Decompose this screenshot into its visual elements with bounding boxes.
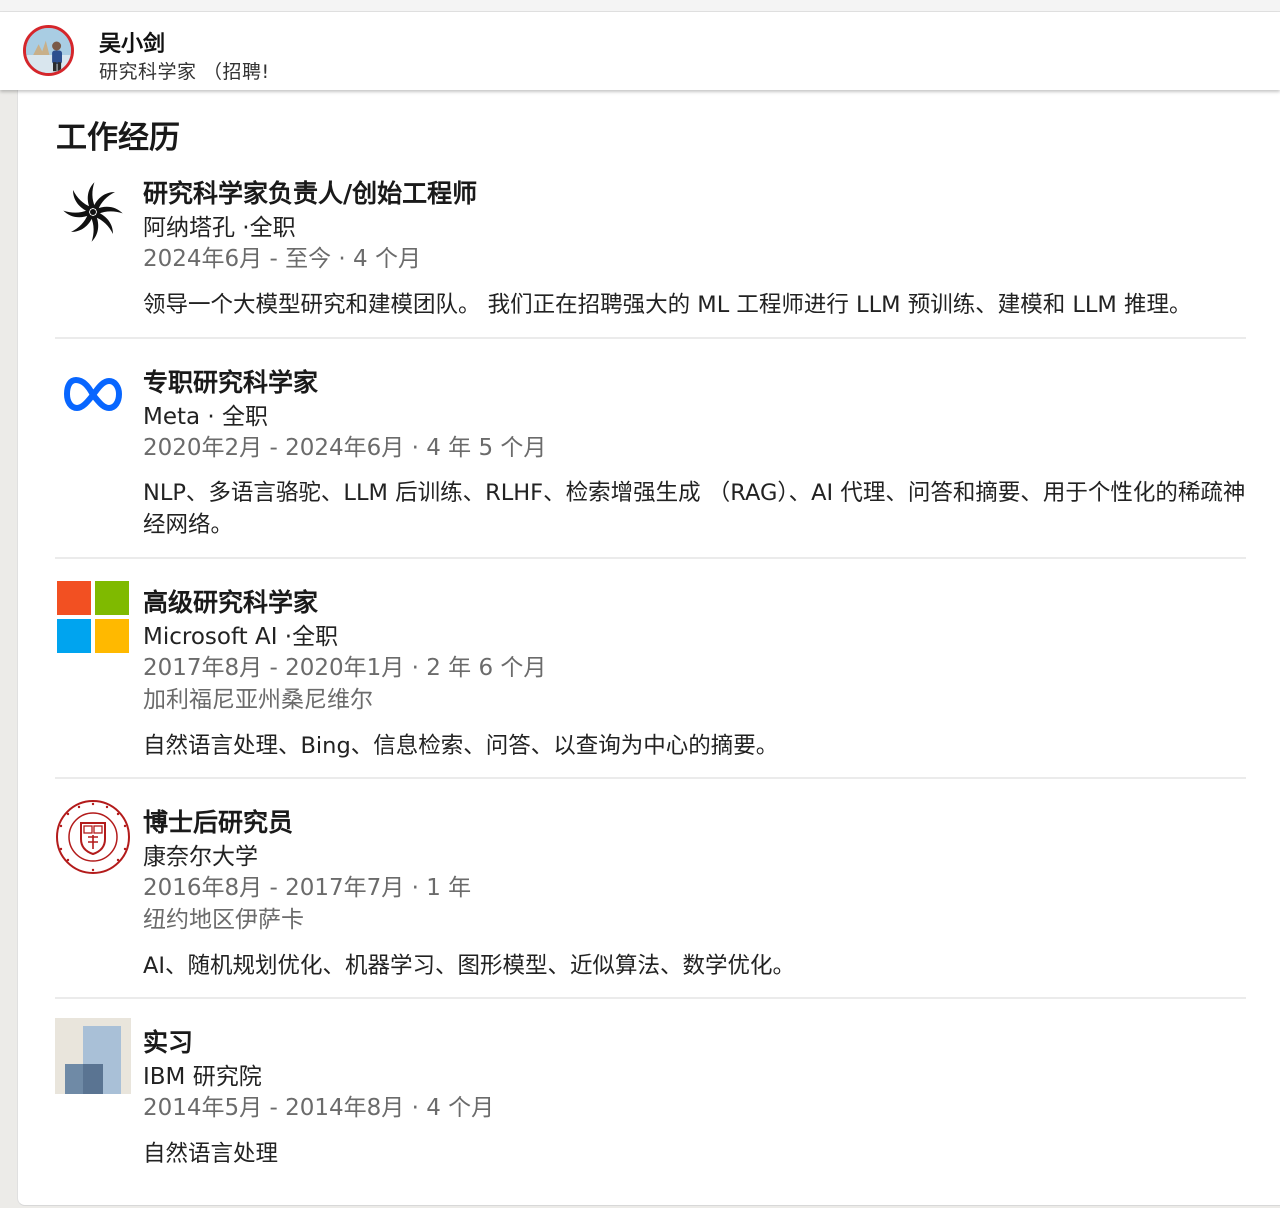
employment-dates: 2016年8月 - 2017年7月 · 1 年 [143,875,472,901]
swirl-logo-icon[interactable] [55,174,131,250]
job-description: 自然语言处理 [143,1141,279,1167]
meta-logo-icon[interactable] [55,357,131,433]
profile-header-bar: 吴小剑 研究科学家 （招聘! [0,12,1280,90]
divider [55,557,1246,559]
job-title[interactable]: 研究科学家负责人/创始工程师 [143,174,477,210]
company-name[interactable]: Microsoft AI ·全职 [143,617,338,651]
job-title[interactable]: 高级研究科学家 [143,583,318,619]
company-name[interactable]: 阿纳塔孔 ·全职 [143,208,296,242]
job-title[interactable]: 博士后研究员 [143,803,293,839]
company-name[interactable]: 康奈尔大学 [143,837,258,871]
divider [55,337,1246,339]
profile-headline: 研究科学家 （招聘! [99,61,270,83]
avatar-photo-icon [26,28,71,73]
top-strip [0,0,1280,12]
cornell-seal-logo-icon[interactable] [55,799,131,875]
job-description: NLP、多语言骆驼、LLM 后训练、RLHF、检索增强生成 （RAG）、AI 代… [143,480,1246,538]
profile-name[interactable]: 吴小剑 [99,26,165,58]
divider [55,997,1246,999]
company-name[interactable]: IBM 研究院 [143,1057,262,1091]
microsoft-logo-icon[interactable] [55,579,131,655]
job-description: 领导一个大模型研究和建模团队。 我们正在招聘强大的 ML 工程师进行 LLM 预… [143,292,1192,318]
section-title: 工作经历 [56,120,180,156]
employment-dates: 2014年5月 - 2014年8月 · 4 个月 [143,1095,495,1121]
avatar[interactable] [23,25,74,76]
job-description: 自然语言处理、Bing、信息检索、问答、以查询为中心的摘要。 [143,733,779,759]
employment-dates: 2020年2月 - 2024年6月 · 4 年 5 个月 [143,435,547,461]
job-location: 纽约地区伊萨卡 [143,907,304,933]
placeholder-company-logo-icon[interactable] [55,1018,131,1094]
divider [55,777,1246,779]
job-description: AI、随机规划优化、机器学习、图形模型、近似算法、数学优化。 [143,953,796,979]
company-name[interactable]: Meta · 全职 [143,397,268,431]
employment-dates: 2017年8月 - 2020年1月 · 2 年 6 个月 [143,655,547,681]
job-title[interactable]: 专职研究科学家 [143,363,318,399]
experience-card: 工作经历 研究科学家负责人/创始工程师 阿纳塔孔 ·全职 2024年6月 - 至 [17,90,1280,1206]
job-title[interactable]: 实习 [143,1023,193,1059]
job-location: 加利福尼亚州桑尼维尔 [143,687,373,713]
employment-dates: 2024年6月 - 至今 · 4 个月 [143,246,421,272]
